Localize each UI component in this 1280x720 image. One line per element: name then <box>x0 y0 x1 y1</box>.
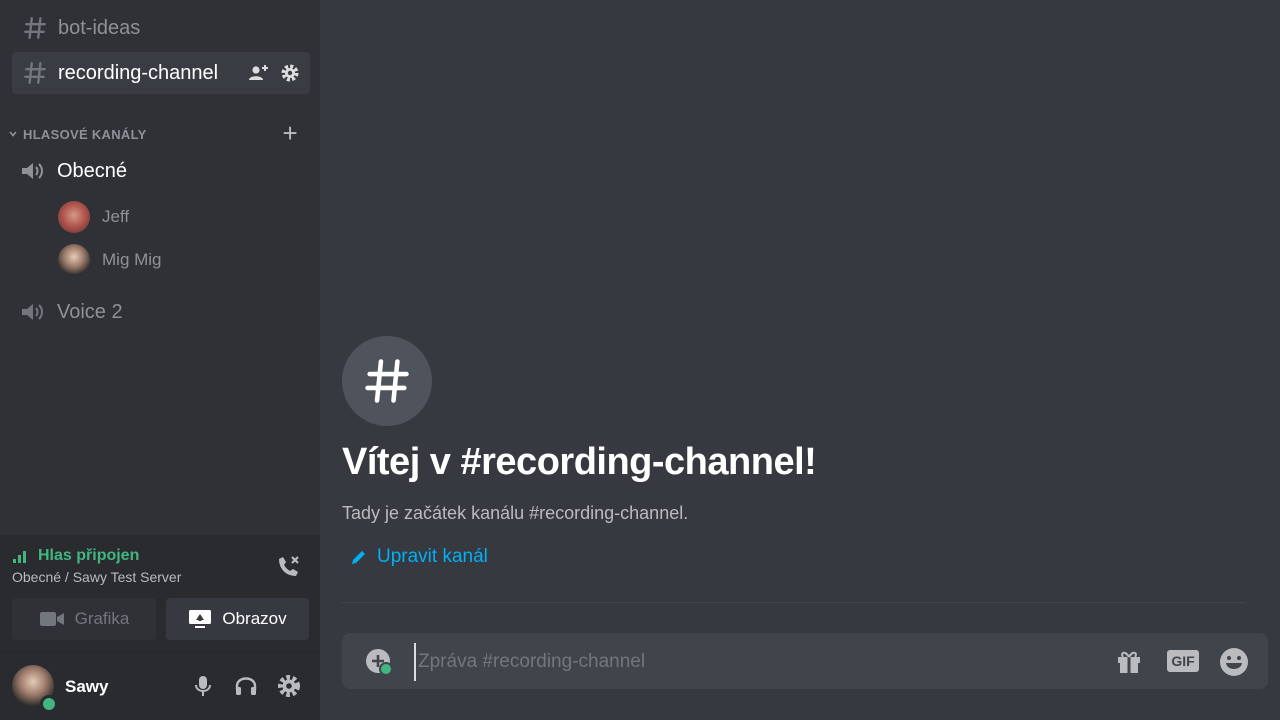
gif-label: GIF <box>1171 653 1195 669</box>
voice-connection-panel: Hlas připojen Obecné / Sawy Test Server … <box>0 535 320 653</box>
avatar <box>58 201 90 233</box>
voice-user-mig-mig[interactable]: Mig Mig <box>58 243 162 277</box>
voice-channel-name: Obecné <box>57 159 128 182</box>
screen-share-button[interactable]: Obrazov <box>166 598 309 640</box>
gift-icon[interactable] <box>1114 646 1144 676</box>
voice-channel-name: Voice 2 <box>57 300 123 323</box>
voice-location[interactable]: Obecné / Sawy Test Server <box>12 569 181 585</box>
user-panel: Sawy <box>0 653 320 720</box>
edit-channel-link[interactable]: Upravit kanál <box>350 546 488 568</box>
video-button-label: Grafika <box>74 609 130 628</box>
voice-user-name: Jeff <box>102 207 130 226</box>
welcome-title: Vítej v #recording-channel! <box>342 441 817 483</box>
category-label: HLASOVÉ KANÁLY <box>23 126 147 142</box>
chat-main: Vítej v #recording-channel! Tady je začá… <box>320 0 1280 720</box>
avatar <box>58 244 90 276</box>
upload-plus-icon[interactable] <box>364 647 394 677</box>
divider <box>342 602 1246 603</box>
voice-category-header[interactable]: HLASOVÉ KANÁLY + <box>8 120 308 146</box>
screen-share-label: Obrazov <box>222 609 287 628</box>
headphones-icon[interactable] <box>233 673 259 699</box>
video-button[interactable]: Grafika <box>12 598 156 640</box>
user-settings-gear-icon[interactable] <box>276 673 302 699</box>
hash-icon <box>22 60 48 86</box>
voice-user-name: Mig Mig <box>102 250 162 269</box>
welcome-subtitle: Tady je začátek kanálu #recording-channe… <box>342 503 689 523</box>
chevron-down-icon <box>8 127 18 142</box>
emoji-icon[interactable] <box>1218 646 1248 676</box>
disconnect-icon[interactable] <box>274 553 302 581</box>
signal-icon <box>13 551 26 563</box>
voice-channel-voice-2[interactable]: Voice 2 <box>20 294 123 330</box>
invite-icon[interactable] <box>248 63 270 89</box>
microphone-icon[interactable] <box>190 673 216 699</box>
screen-share-icon <box>189 610 212 628</box>
edit-channel-label: Upravit kanál <box>377 546 488 567</box>
speaker-icon <box>22 304 43 320</box>
username[interactable]: Sawy <box>65 677 108 697</box>
voice-user-jeff[interactable]: Jeff <box>58 200 129 234</box>
hash-icon <box>22 15 48 41</box>
channel-recording-channel[interactable]: recording-channel <box>12 52 310 94</box>
message-composer: GIF <box>342 633 1268 689</box>
channel-name: bot-ideas <box>58 16 141 39</box>
hash-icon <box>365 359 409 403</box>
online-status-indicator <box>40 695 58 713</box>
voice-status-label: Hlas připojen <box>38 547 140 564</box>
speaker-icon <box>22 163 43 179</box>
video-camera-icon <box>39 612 64 626</box>
voice-channel-obecne[interactable]: Obecné <box>20 153 127 189</box>
gif-button[interactable]: GIF <box>1166 646 1199 676</box>
message-input[interactable] <box>414 643 1100 681</box>
voice-status[interactable]: Hlas připojen <box>12 547 139 565</box>
channel-name: recording-channel <box>58 61 219 84</box>
add-channel-icon[interactable]: + <box>283 120 298 146</box>
channel-sidebar: bot-ideas recording-channel HLASOVÉ KANÁ… <box>0 0 320 720</box>
channel-bot-ideas[interactable]: bot-ideas <box>12 7 310 49</box>
pencil-icon <box>352 551 365 564</box>
channel-hash-badge <box>342 336 432 426</box>
gear-icon[interactable] <box>280 63 300 89</box>
